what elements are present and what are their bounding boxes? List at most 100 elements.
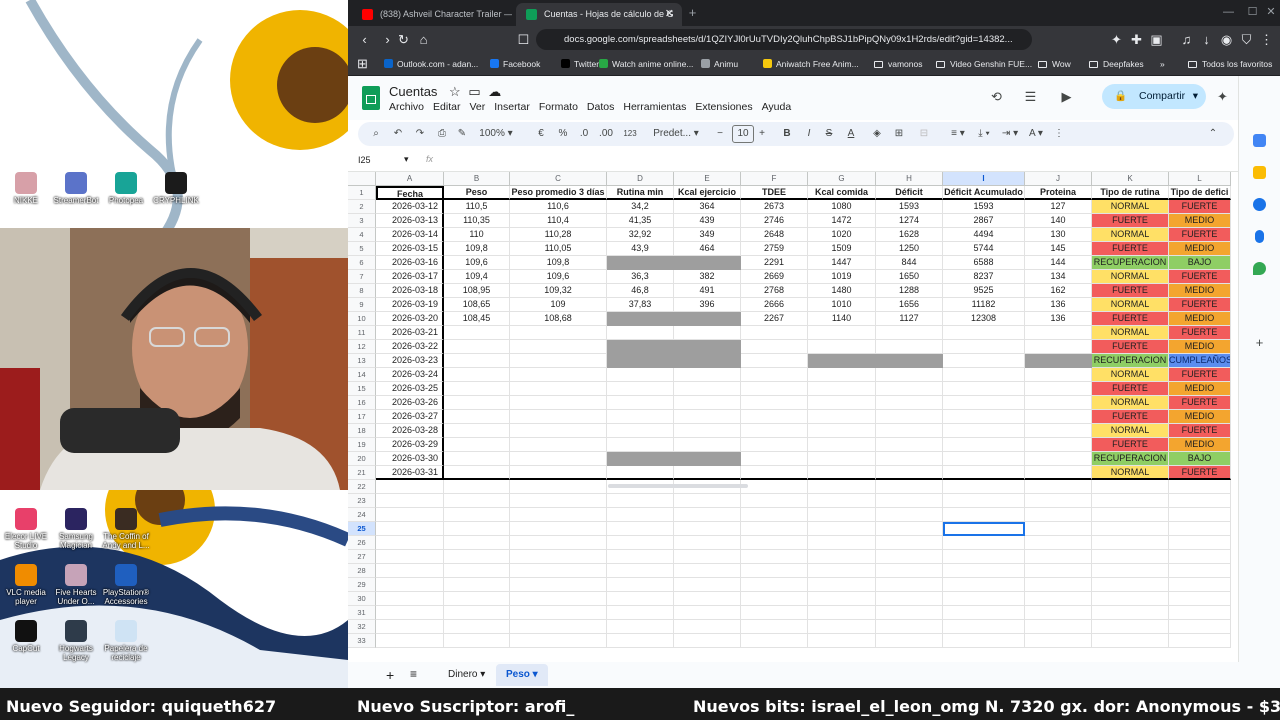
spreadsheet-grid[interactable]: A B C D E F G H I J K L 1 Fecha Peso Peso promedio 3 dí… [348,172,1234,652]
cell[interactable] [1169,606,1231,620]
status-badge[interactable]: FUERTE [1092,312,1169,326]
contacts-icon[interactable] [1255,230,1264,243]
select-all-corner[interactable] [348,172,376,186]
cell[interactable]: 110 [444,228,510,242]
cell[interactable] [741,354,808,368]
desktop-icon[interactable]: Samsung Magician [50,508,102,550]
cell[interactable] [510,508,607,522]
cell[interactable] [741,340,808,354]
cell[interactable] [943,634,1025,648]
cell[interactable] [510,368,607,382]
cell[interactable]: 1274 [876,214,943,228]
cell[interactable] [1025,396,1092,410]
cell[interactable] [510,480,607,494]
cell[interactable] [510,424,607,438]
status-badge[interactable]: NORMAL [1092,270,1169,284]
cell[interactable] [674,256,741,270]
maps-icon[interactable] [1253,262,1266,275]
cell[interactable] [607,256,674,270]
status-badge[interactable]: FUERTE [1092,382,1169,396]
cell[interactable]: 349 [674,228,741,242]
cell[interactable] [741,480,808,494]
cell[interactable] [1025,578,1092,592]
cell[interactable] [510,354,607,368]
cell[interactable] [876,606,943,620]
cell[interactable] [607,326,674,340]
desktop-icon[interactable]: CapCut [0,620,52,653]
cell[interactable]: 8237 [943,270,1025,284]
status-badge[interactable]: NORMAL [1092,396,1169,410]
cell[interactable] [808,396,876,410]
cell[interactable] [1025,410,1092,424]
column-header[interactable]: G [808,172,876,186]
cell[interactable]: 127 [1025,200,1092,214]
cell[interactable] [741,606,808,620]
cell[interactable] [674,564,741,578]
cell[interactable]: 1127 [876,312,943,326]
cell[interactable] [808,354,876,368]
cell[interactable] [376,550,444,564]
cell[interactable] [674,396,741,410]
cell[interactable] [943,396,1025,410]
cell[interactable]: 1656 [876,298,943,312]
bookmark-item[interactable]: Outlook.com - adan... [384,53,478,75]
menu-item[interactable]: Extensiones [695,101,752,113]
cell[interactable] [444,494,510,508]
cell[interactable] [1025,368,1092,382]
cell[interactable] [444,522,510,536]
cell[interactable] [444,438,510,452]
header-cell[interactable]: Peso promedio 3 días [510,186,607,200]
cell[interactable] [510,620,607,634]
font-size-input[interactable]: 10 [732,125,754,143]
cell[interactable]: 110,5 [444,200,510,214]
cell[interactable]: 34,2 [607,200,674,214]
cell[interactable] [876,564,943,578]
cell[interactable] [510,452,607,466]
shield-icon[interactable]: ⛉ [1238,31,1255,48]
share-button[interactable]: 🔒 Compartir ▾ [1102,84,1206,109]
cell[interactable] [674,592,741,606]
header-cell[interactable]: Déficit [876,186,943,200]
desktop-icon[interactable]: VLC media player [0,564,52,606]
fill-color-icon[interactable]: ◈ [870,122,884,146]
download-icon[interactable]: ↓ [1198,31,1215,48]
cell[interactable] [741,536,808,550]
cell[interactable] [1092,564,1169,578]
cell[interactable] [1169,620,1231,634]
cell[interactable]: 130 [1025,228,1092,242]
number-format-button[interactable]: 123 [620,122,640,146]
cell[interactable] [607,508,674,522]
cell[interactable]: 109,4 [444,270,510,284]
star-icon[interactable]: ☆ [449,84,461,99]
cell[interactable] [943,550,1025,564]
cell[interactable] [1169,508,1231,522]
cell[interactable] [607,410,674,424]
search-icon[interactable]: ⌕ [368,122,384,146]
cell[interactable]: 464 [674,242,741,256]
cell[interactable] [1025,508,1092,522]
row-header[interactable]: 29 [348,578,376,592]
cell[interactable]: 108,45 [444,312,510,326]
cell[interactable] [808,466,876,480]
cell[interactable] [808,424,876,438]
status-badge[interactable]: CUMPLEAÑOS [1169,354,1231,368]
chevron-down-icon[interactable]: ▾ [530,669,538,680]
row-header[interactable]: 8 [348,284,376,298]
cell[interactable] [444,592,510,606]
cell[interactable] [376,522,444,536]
cell[interactable] [808,564,876,578]
cell[interactable]: 2026-03-31 [376,466,444,480]
cell[interactable]: 4494 [943,228,1025,242]
cell[interactable] [741,634,808,648]
cell[interactable] [943,466,1025,480]
cell[interactable] [741,494,808,508]
cell[interactable] [808,382,876,396]
minimize-icon[interactable]: — [1220,4,1237,21]
cell[interactable]: 162 [1025,284,1092,298]
cell[interactable] [943,606,1025,620]
cell[interactable]: 5744 [943,242,1025,256]
percent-button[interactable]: % [556,122,570,146]
cell[interactable] [444,634,510,648]
cell[interactable] [808,578,876,592]
cell[interactable] [1169,480,1231,494]
